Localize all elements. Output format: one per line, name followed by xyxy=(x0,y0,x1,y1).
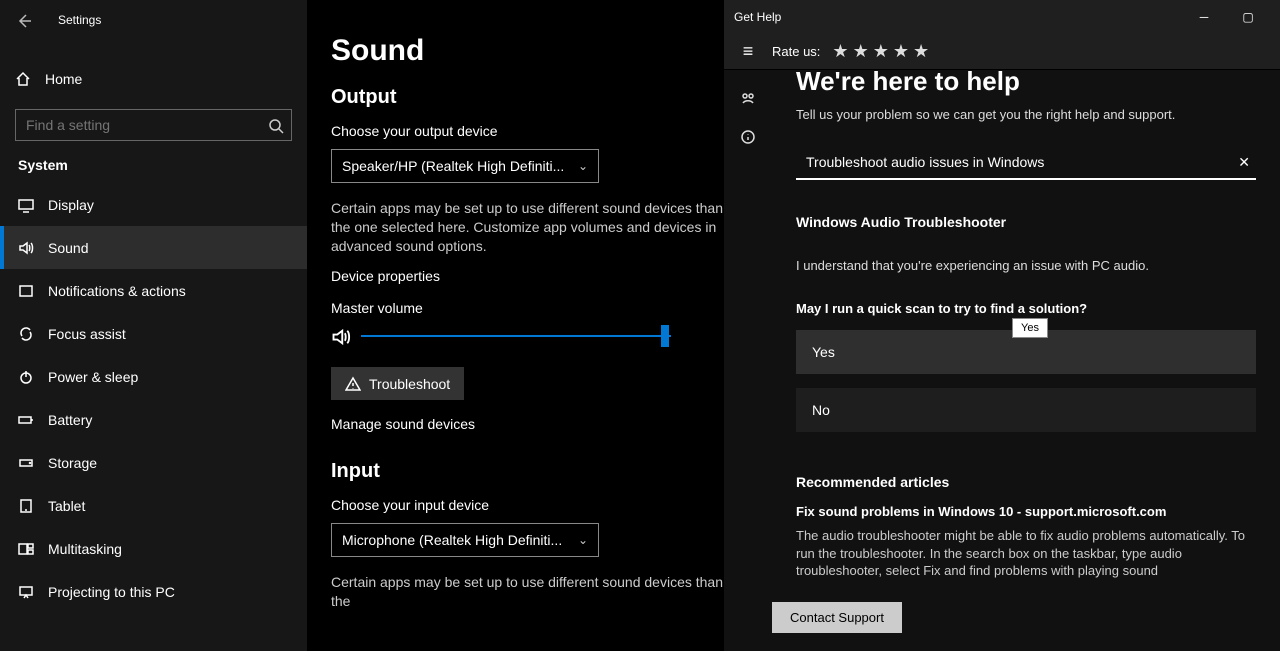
back-button[interactable] xyxy=(0,11,48,28)
star-icon[interactable]: ★ xyxy=(873,41,889,62)
nav-label: Projecting to this PC xyxy=(48,584,175,600)
home-icon xyxy=(15,70,45,87)
tablet-icon xyxy=(18,497,48,514)
nav-label: Storage xyxy=(48,455,97,471)
nav-label: Power & sleep xyxy=(48,369,138,385)
storage-icon xyxy=(18,454,48,471)
back-arrow-icon xyxy=(16,13,32,29)
notification-icon xyxy=(18,282,48,299)
hero-heading: We're here to help xyxy=(796,70,1256,97)
output-device-value: Speaker/HP (Realtek High Definiti... xyxy=(342,158,564,174)
focus-icon xyxy=(18,325,48,342)
gethelp-window: Get Help ─ ▢ ≡ Rate us: ★ ★ ★ ★ ★ We're … xyxy=(724,0,1280,651)
nav-label: Display xyxy=(48,197,94,213)
titlebar: Settings xyxy=(0,0,307,32)
nav-display[interactable]: Display xyxy=(0,183,307,226)
no-label: No xyxy=(812,402,830,418)
nav-label: Focus assist xyxy=(48,326,126,342)
help-search-input[interactable] xyxy=(796,150,1232,174)
chevron-down-icon: ⌄ xyxy=(578,533,588,547)
no-button[interactable]: No xyxy=(796,388,1256,432)
nav-multitasking[interactable]: Multitasking xyxy=(0,527,307,570)
search-wrap xyxy=(0,109,307,141)
article-body: The audio troubleshooter might be able t… xyxy=(796,527,1256,580)
display-icon xyxy=(18,196,48,213)
category-label: System xyxy=(0,141,307,183)
app-title: Settings xyxy=(48,13,101,27)
gethelp-rail xyxy=(724,70,772,592)
output-description: Certain apps may be set up to use differ… xyxy=(331,199,731,256)
nav-label: Sound xyxy=(48,240,88,256)
rate-label: Rate us: xyxy=(772,44,820,59)
search-icon xyxy=(268,117,284,134)
feedback-icon[interactable] xyxy=(740,90,756,108)
troubleshoot-label: Troubleshoot xyxy=(369,376,450,392)
projecting-icon xyxy=(18,583,48,600)
input-device-value: Microphone (Realtek High Definiti... xyxy=(342,532,562,548)
power-icon xyxy=(18,368,48,385)
nav-focus[interactable]: Focus assist xyxy=(0,312,307,355)
search-field-wrap: ✕ xyxy=(796,150,1256,180)
maximize-button[interactable]: ▢ xyxy=(1226,10,1270,24)
nav-sound[interactable]: Sound xyxy=(0,226,307,269)
nav-notifications[interactable]: Notifications & actions xyxy=(0,269,307,312)
star-icon[interactable]: ★ xyxy=(853,41,869,62)
settings-sidebar: Settings Home System Display Sound xyxy=(0,0,307,651)
gethelp-toolbar: ≡ Rate us: ★ ★ ★ ★ ★ xyxy=(724,34,1280,70)
gethelp-body: We're here to help Tell us your problem … xyxy=(724,70,1280,592)
input-device-dropdown[interactable]: Microphone (Realtek High Definiti... ⌄ xyxy=(331,523,599,557)
recommended-heading: Recommended articles xyxy=(796,474,1256,490)
star-icon[interactable]: ★ xyxy=(832,41,848,62)
nav-projecting[interactable]: Projecting to this PC xyxy=(0,570,307,613)
gethelp-content: We're here to help Tell us your problem … xyxy=(772,70,1280,592)
scan-question: May I run a quick scan to try to find a … xyxy=(796,301,1256,316)
search-input[interactable] xyxy=(15,109,292,141)
chevron-down-icon: ⌄ xyxy=(578,159,588,173)
gethelp-title: Get Help xyxy=(734,10,1182,24)
multitasking-icon xyxy=(18,540,48,557)
home-label: Home xyxy=(45,71,82,87)
contact-bar: Contact Support xyxy=(724,592,1280,651)
warning-icon xyxy=(345,375,361,392)
battery-icon xyxy=(18,411,48,428)
home-nav[interactable]: Home xyxy=(0,58,307,99)
hamburger-menu[interactable]: ≡ xyxy=(724,41,772,62)
tooltip: Yes xyxy=(1012,318,1048,338)
sound-icon xyxy=(18,239,48,256)
yes-label: Yes xyxy=(812,344,835,360)
nav-storage[interactable]: Storage xyxy=(0,441,307,484)
slider-thumb[interactable] xyxy=(661,325,669,347)
minimize-button[interactable]: ─ xyxy=(1182,10,1226,24)
troubleshooter-title: Windows Audio Troubleshooter xyxy=(796,214,1256,230)
troubleshoot-button[interactable]: Troubleshoot xyxy=(331,367,464,400)
nav-label: Notifications & actions xyxy=(48,283,186,299)
info-icon[interactable] xyxy=(740,128,756,146)
nav-power[interactable]: Power & sleep xyxy=(0,355,307,398)
article-title[interactable]: Fix sound problems in Windows 10 - suppo… xyxy=(796,504,1256,519)
hero-subtext: Tell us your problem so we can get you t… xyxy=(796,107,1256,122)
nav-battery[interactable]: Battery xyxy=(0,398,307,441)
output-device-dropdown[interactable]: Speaker/HP (Realtek High Definiti... ⌄ xyxy=(331,149,599,183)
nav-tablet[interactable]: Tablet xyxy=(0,484,307,527)
gethelp-titlebar[interactable]: Get Help ─ ▢ xyxy=(724,0,1280,34)
star-icon[interactable]: ★ xyxy=(913,41,929,62)
clear-search-icon[interactable]: ✕ xyxy=(1232,154,1256,171)
understand-text: I understand that you're experiencing an… xyxy=(796,258,1256,273)
contact-label: Contact Support xyxy=(790,610,884,625)
nav-label: Multitasking xyxy=(48,541,122,557)
nav-label: Battery xyxy=(48,412,92,428)
nav-label: Tablet xyxy=(48,498,85,514)
volume-slider[interactable] xyxy=(361,335,671,337)
contact-support-button[interactable]: Contact Support xyxy=(772,602,902,633)
star-icon[interactable]: ★ xyxy=(893,41,909,62)
input-description: Certain apps may be set up to use differ… xyxy=(331,573,731,611)
volume-icon[interactable] xyxy=(331,326,351,347)
